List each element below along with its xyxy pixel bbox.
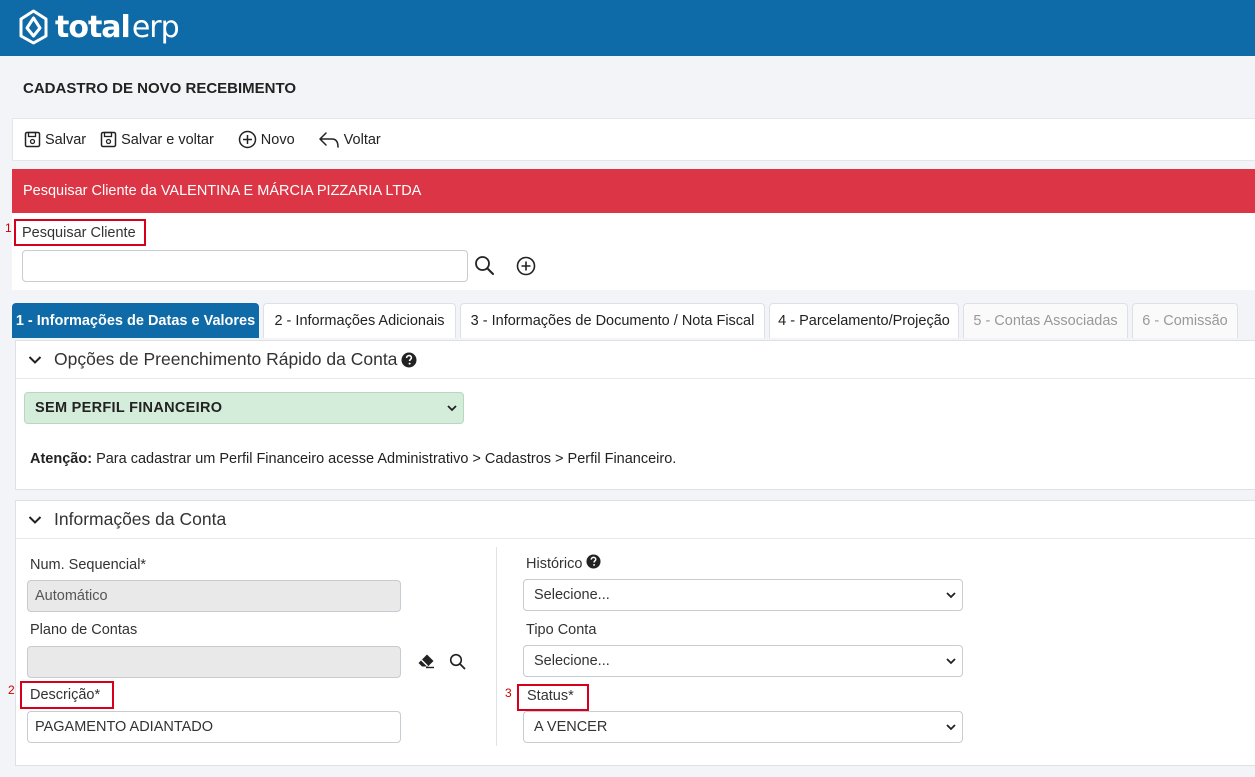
financial-profile-select[interactable]: SEM PERFIL FINANCEIRO	[24, 392, 464, 424]
seq-number-label: Num. Sequencial*	[30, 557, 147, 573]
tab-installments[interactable]: 4 - Parcelamento/Projeção	[769, 303, 959, 338]
financial-profile-notice: Atenção: Para cadastrar um Perfil Financ…	[30, 451, 676, 467]
quick-fill-header[interactable]: Opções de Preenchimento Rápido da Conta	[16, 341, 1255, 379]
history-select-value: Selecione...	[534, 587, 610, 603]
tab-dates-values[interactable]: 1 - Informações de Datas e Valores	[12, 303, 259, 338]
account-info-header[interactable]: Informações da Conta	[16, 501, 1255, 539]
new-button-label: Novo	[260, 131, 295, 148]
description-input[interactable]: PAGAMENTO ADIANTADO	[27, 711, 401, 743]
eraser-icon	[418, 654, 434, 669]
clear-chart-of-accounts-button[interactable]	[417, 653, 435, 674]
page-title: CADASTRO DE NOVO RECEBIMENTO	[23, 80, 297, 97]
chart-of-accounts-field	[27, 646, 401, 678]
question-circle-icon[interactable]	[586, 553, 601, 569]
search-chart-of-accounts-button[interactable]	[449, 653, 466, 675]
new-button[interactable]: Novo	[238, 130, 295, 149]
seq-number-value: Automático	[35, 588, 108, 604]
plus-circle-icon	[238, 130, 257, 149]
tab-label: 5 - Contas Associadas	[973, 313, 1118, 329]
chevron-down-icon	[28, 515, 42, 524]
financial-profile-value: SEM PERFIL FINANCEIRO	[35, 400, 223, 416]
account-type-value: Selecione...	[534, 653, 610, 669]
description-value: PAGAMENTO ADIANTADO	[35, 719, 214, 735]
tab-document-invoice[interactable]: 3 - Informações de Documento / Nota Fisc…	[460, 303, 765, 338]
chevron-down-icon	[946, 658, 956, 665]
client-alert-text: Pesquisar Cliente da VALENTINA E MÁRCIA …	[23, 183, 422, 199]
client-search-button[interactable]	[474, 255, 495, 281]
account-type-select[interactable]: Selecione...	[523, 645, 963, 677]
tab-label: 3 - Informações de Documento / Nota Fisc…	[470, 313, 755, 329]
search-icon	[449, 653, 466, 670]
account-type-label: Tipo Conta	[526, 622, 597, 638]
save-icon	[100, 131, 117, 148]
toolbar: Salvar Salvar e voltar Novo Voltar	[12, 118, 1255, 161]
client-search-input[interactable]	[22, 250, 468, 282]
chevron-down-icon	[946, 592, 956, 599]
status-select-value: A VENCER	[534, 719, 608, 735]
client-alert-banner: Pesquisar Cliente da VALENTINA E MÁRCIA …	[12, 169, 1255, 213]
seq-number-field: Automático	[27, 580, 401, 612]
status-label: Status*	[527, 688, 574, 704]
chart-of-accounts-label: Plano de Contas	[30, 622, 138, 638]
save-button-label: Salvar	[45, 131, 87, 148]
notice-strong: Atenção:	[30, 451, 93, 467]
history-label-group: Histórico	[526, 553, 601, 572]
back-button[interactable]: Voltar	[318, 131, 381, 149]
save-icon	[24, 131, 41, 148]
brand-logo[interactable]: total erp	[18, 9, 180, 45]
tab-label: 6 - Comissão	[1142, 313, 1228, 329]
back-button-label: Voltar	[343, 131, 381, 148]
tab-commission[interactable]: 6 - Comissão	[1132, 303, 1238, 338]
save-and-back-button[interactable]: Salvar e voltar	[100, 131, 214, 148]
save-button[interactable]: Salvar	[24, 131, 86, 148]
tab-label: 2 - Informações Adicionais	[274, 313, 445, 329]
quick-fill-title: Opções de Preenchimento Rápido da Conta	[54, 349, 398, 369]
status-select[interactable]: A VENCER	[523, 711, 963, 743]
annotation-marker-1: 1	[5, 221, 12, 235]
annotation-marker-2: 2	[8, 683, 15, 697]
chevron-down-icon	[447, 405, 457, 412]
notice-text: Para cadastrar um Perfil Financeiro aces…	[92, 451, 677, 467]
search-icon	[475, 256, 494, 275]
home-logo-icon	[19, 9, 48, 45]
client-search-label: Pesquisar Cliente	[22, 225, 136, 241]
chevron-down-icon	[946, 724, 956, 731]
history-label: Histórico	[526, 556, 583, 572]
tab-additional-info[interactable]: 2 - Informações Adicionais	[263, 303, 456, 338]
undo-icon	[318, 131, 339, 148]
tab-label: 1 - Informações de Datas e Valores	[15, 313, 256, 329]
account-info-title: Informações da Conta	[54, 509, 227, 529]
plus-circle-icon	[516, 256, 536, 276]
history-select[interactable]: Selecione...	[523, 579, 963, 611]
annotation-marker-3: 3	[505, 686, 512, 700]
description-label: Descrição*	[30, 687, 101, 703]
column-divider	[496, 547, 497, 746]
brand-name-light: erp	[131, 9, 180, 45]
chevron-down-icon	[28, 355, 42, 364]
form-tabs: 1 - Informações de Datas e Valores 2 - I…	[12, 303, 1242, 338]
tab-label: 4 - Parcelamento/Projeção	[778, 313, 950, 329]
save-and-back-label: Salvar e voltar	[121, 131, 214, 148]
tab-associated-accounts[interactable]: 5 - Contas Associadas	[963, 303, 1128, 338]
question-circle-icon[interactable]	[401, 352, 417, 368]
add-client-button[interactable]	[516, 256, 536, 281]
top-bar: total erp	[0, 0, 1255, 56]
brand-name-bold: total	[55, 9, 131, 45]
